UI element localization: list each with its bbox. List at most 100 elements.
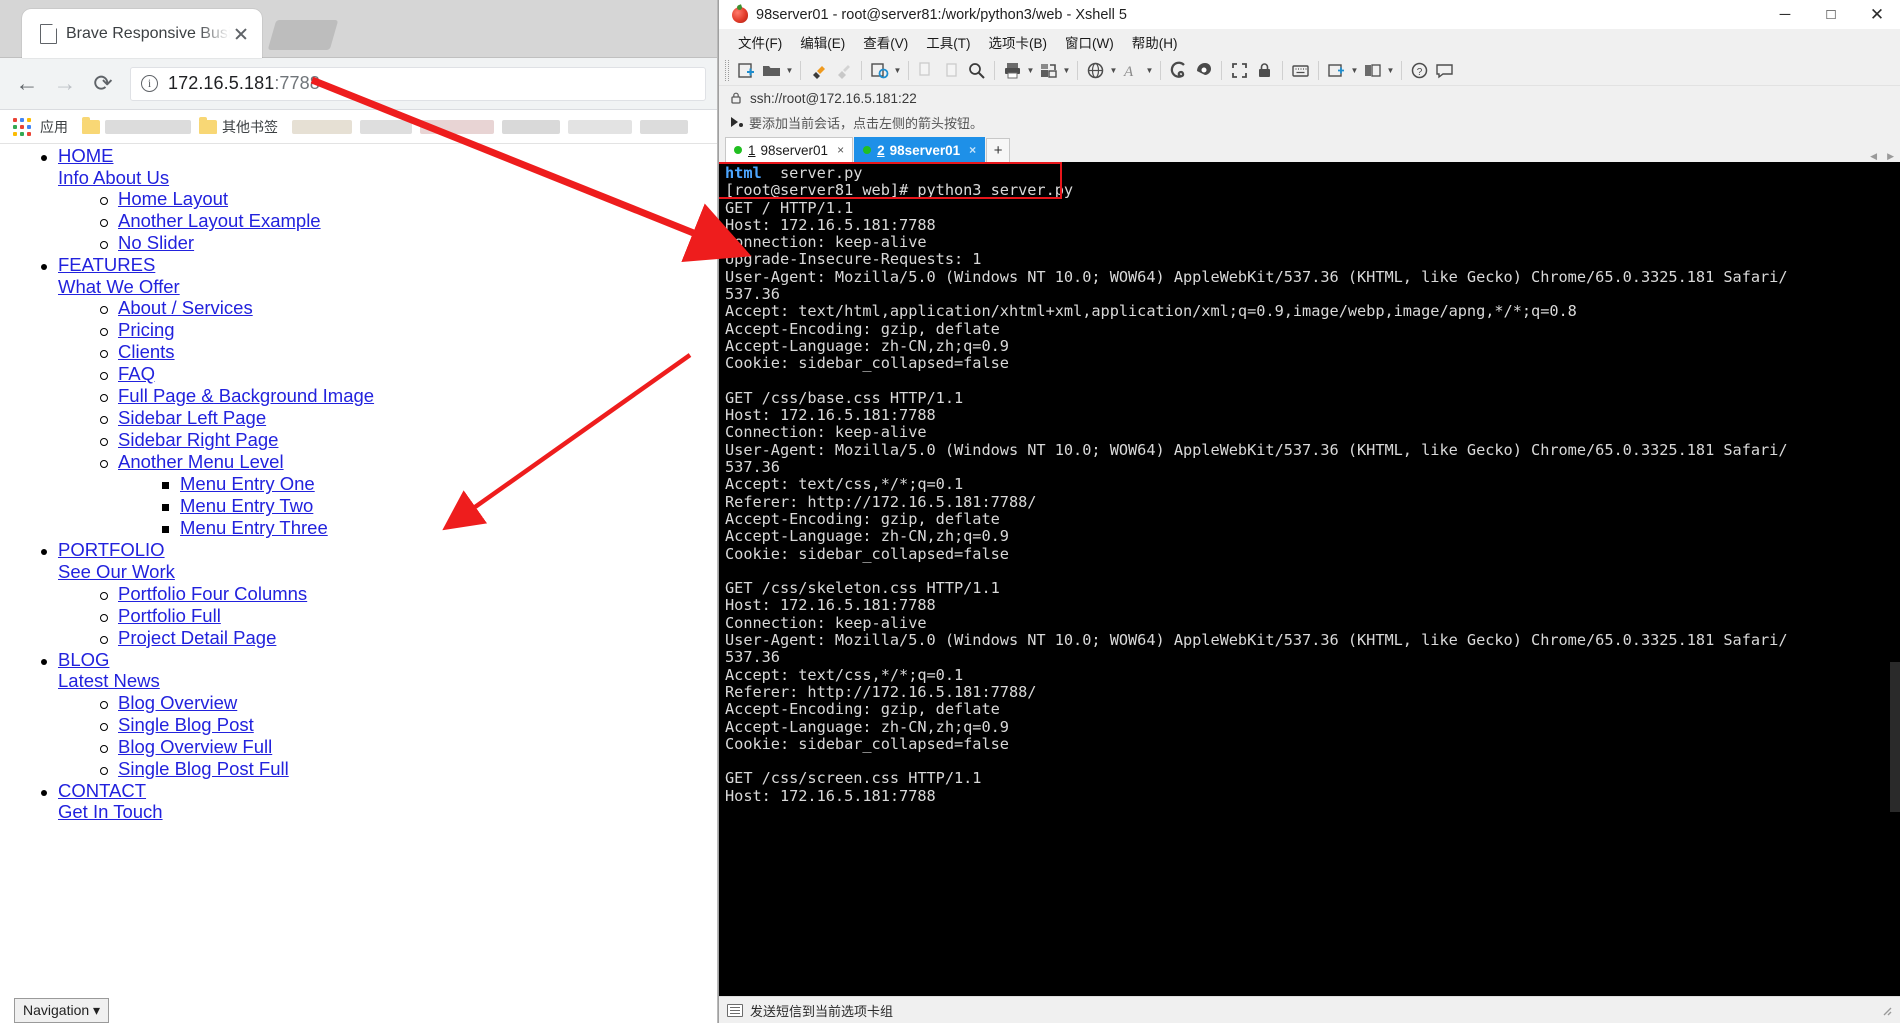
bookmark-item-blurred[interactable] [292,119,352,134]
nav-link-3-1[interactable]: Single Blog Post [118,714,254,736]
globe-icon[interactable] [1083,58,1108,83]
font-icon[interactable]: A [1119,58,1144,83]
chevron-down-icon[interactable]: ▼ [1349,58,1360,83]
nav-link-1-0[interactable]: About / Services [118,297,253,319]
new-tab-group-icon[interactable] [1324,58,1349,83]
xftp-icon[interactable] [1166,58,1191,83]
bookmark-item-blurred[interactable] [640,119,688,134]
back-arrow-icon[interactable]: ← [8,65,46,103]
menu-item-0[interactable]: 文件(F) [729,32,791,52]
nav-sublabel-1[interactable]: What We Offer [58,276,718,298]
scrollbar-thumb[interactable] [1890,662,1900,812]
split-layout-icon[interactable] [1360,58,1385,83]
print-icon[interactable] [1000,58,1025,83]
new-tab-button[interactable] [267,20,339,50]
nav-link-0-1[interactable]: Another Layout Example [118,210,321,232]
open-folder-icon[interactable] [759,58,784,83]
keyboard-icon[interactable] [1288,58,1313,83]
session-properties-icon[interactable] [867,58,892,83]
bookmark-other-label[interactable]: 其他书签 [222,117,278,137]
nav-link-1-7[interactable]: Another Menu Level [118,451,284,473]
menu-item-1[interactable]: 编辑(E) [791,32,854,52]
reload-icon[interactable]: ⟳ [84,65,122,103]
chevron-down-icon[interactable]: ▼ [784,58,795,83]
connect-icon[interactable] [806,58,831,83]
nav-sublabel-4[interactable]: Get In Touch [58,801,718,823]
nav-sublabel-3[interactable]: Latest News [58,670,718,692]
chevron-down-icon[interactable]: ▼ [892,58,903,83]
apps-grid-icon[interactable] [13,117,31,136]
nav-link-1-7-2[interactable]: Menu Entry Three [180,517,328,539]
folder-icon[interactable] [82,116,100,134]
folder-icon[interactable] [199,116,217,134]
chevron-down-icon[interactable]: ▼ [1025,58,1036,83]
nav-sublabel-2[interactable]: See Our Work [58,561,718,583]
maximize-icon[interactable]: □ [1808,0,1854,29]
tab-scroll-left-icon[interactable]: ◀ [1870,151,1877,162]
close-icon[interactable]: × [969,143,976,157]
chevron-down-icon[interactable]: ▼ [1385,58,1396,83]
nav-link-blog[interactable]: BLOG [58,649,718,671]
xagent-icon[interactable] [1191,58,1216,83]
toolbar-grip[interactable] [725,59,729,81]
nav-link-2-1[interactable]: Portfolio Full [118,605,221,627]
nav-link-1-4[interactable]: Full Page & Background Image [118,385,374,407]
nav-link-1-5[interactable]: Sidebar Left Page [118,407,266,429]
new-session-icon[interactable] [734,58,759,83]
terminal-output[interactable]: html server.py [root@server81 web]# pyth… [719,162,1900,996]
nav-link-3-2[interactable]: Blog Overview Full [118,736,272,758]
menu-item-2[interactable]: 查看(V) [854,32,917,52]
nav-link-3-0[interactable]: Blog Overview [118,692,237,714]
nav-link-features[interactable]: FEATURES [58,254,718,276]
ssh-address-bar[interactable]: ssh://root@172.16.5.181:22 [719,86,1900,110]
close-icon[interactable]: × [837,143,844,157]
nav-link-2-0[interactable]: Portfolio Four Columns [118,583,307,605]
resize-grip-icon[interactable] [1880,1004,1892,1016]
close-icon[interactable]: ✕ [1854,0,1900,29]
nav-link-home[interactable]: HOME [58,145,718,167]
bookmark-item-blurred[interactable] [502,119,560,134]
nav-link-1-2[interactable]: Clients [118,341,175,363]
find-icon[interactable] [964,58,989,83]
terminal-tab-1[interactable]: 1 98server01 × [725,137,854,162]
menu-item-3[interactable]: 工具(T) [917,32,979,52]
nav-link-2-2[interactable]: Project Detail Page [118,627,276,649]
menu-item-5[interactable]: 窗口(W) [1056,32,1123,52]
browser-tab[interactable]: Brave Responsive Busi [22,9,262,58]
chevron-down-icon[interactable]: ▼ [1061,58,1072,83]
terminal-tab-2[interactable]: 2 98server01 × [854,137,986,162]
file-transfer-icon[interactable] [1036,58,1061,83]
terminal-scrollbar[interactable] [1890,162,1900,996]
help-icon[interactable]: ? [1407,58,1432,83]
nav-sublabel-0[interactable]: Info About Us [58,167,718,189]
menu-item-4[interactable]: 选项卡(B) [980,32,1057,52]
close-icon[interactable] [230,23,252,45]
chevron-down-icon[interactable]: ▼ [1144,58,1155,83]
feedback-icon[interactable] [1432,58,1457,83]
nav-link-contact[interactable]: CONTACT [58,780,718,802]
navigation-footer-button[interactable]: Navigation ▾ [14,998,110,1023]
lock-icon[interactable] [1252,58,1277,83]
address-bar[interactable]: i 172.16.5.181:7788 [130,66,706,101]
bookmark-apps-label[interactable]: 应用 [40,117,68,137]
chevron-down-icon[interactable]: ▼ [1108,58,1119,83]
tab-scroll-right-icon[interactable]: ▶ [1887,151,1894,162]
nav-link-1-7-0[interactable]: Menu Entry One [180,473,315,495]
menu-item-6[interactable]: 帮助(H) [1123,32,1187,52]
nav-link-1-6[interactable]: Sidebar Right Page [118,429,278,451]
bookmark-item-blurred[interactable] [105,119,191,134]
bookmark-item-blurred[interactable] [360,119,412,134]
nav-link-portfolio[interactable]: PORTFOLIO [58,539,718,561]
nav-link-0-0[interactable]: Home Layout [118,188,228,210]
nav-link-1-1[interactable]: Pricing [118,319,175,341]
nav-link-1-3[interactable]: FAQ [118,363,155,385]
info-circle-icon[interactable]: i [141,75,158,92]
add-tab-button[interactable]: + [986,138,1011,162]
nav-link-3-3[interactable]: Single Blog Post Full [118,758,289,780]
fullscreen-icon[interactable] [1227,58,1252,83]
nav-link-0-2[interactable]: No Slider [118,232,194,254]
nav-link-1-7-1[interactable]: Menu Entry Two [180,495,313,517]
minimize-icon[interactable]: ─ [1762,0,1808,29]
bookmark-item-blurred[interactable] [568,119,632,134]
bookmark-item-blurred[interactable] [420,119,494,134]
